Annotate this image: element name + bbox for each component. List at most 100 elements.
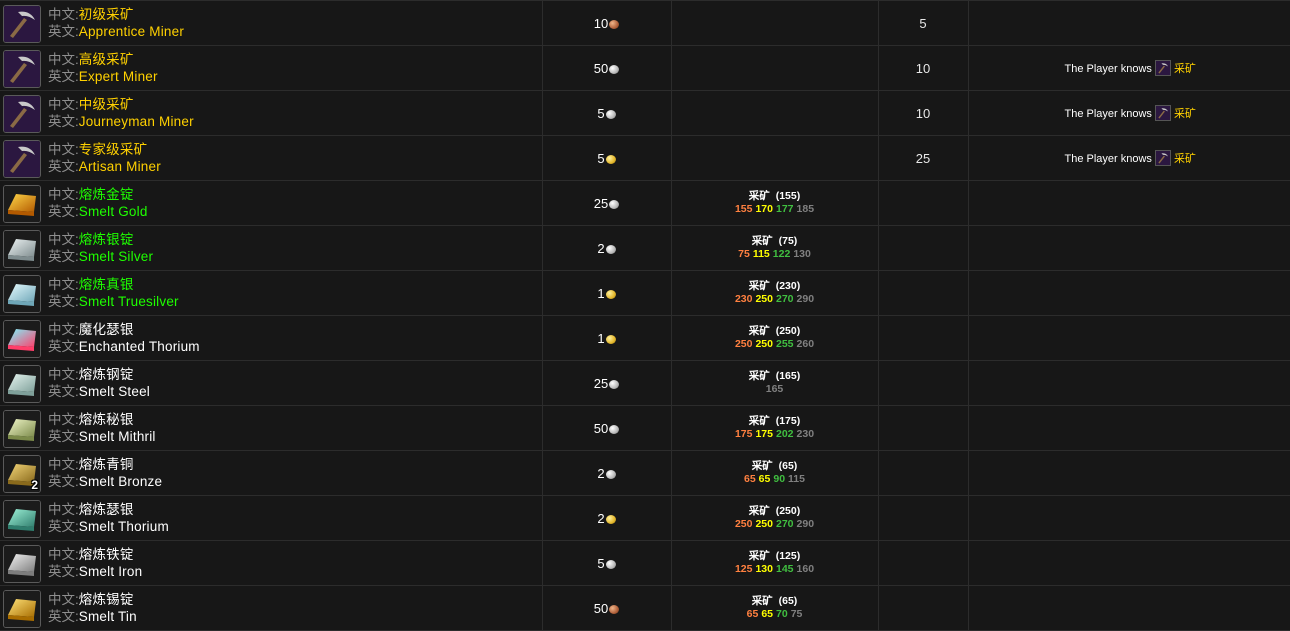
spell-name-cn[interactable]: 熔炼金锭 [79, 187, 134, 202]
table-row[interactable]: 中文:熔炼钢锭 英文:Smelt Steel 25 采矿 (165) 165 [0, 360, 1290, 406]
table-row[interactable]: 中文:中级采矿 英文:Journeyman Miner 5 10 The Player … [0, 90, 1290, 136]
thorium-bar-icon[interactable] [3, 500, 41, 538]
table-row[interactable]: 中文:魔化瑟银 英文:Enchanted Thorium 1 采矿 (250) 250 2… [0, 315, 1290, 361]
name-line-en: 英文:Smelt Silver [48, 248, 153, 265]
skill-level-orange: 75 [738, 248, 750, 260]
table-row[interactable]: 中文:熔炼金锭 英文:Smelt Gold 25 采矿 (155) 155 170 177 1… [0, 180, 1290, 226]
table-row[interactable]: 中文:熔炼铁锭 英文:Smelt Iron 5 采矿 (125) 125 130 145 16… [0, 540, 1290, 586]
gold-coin-icon [605, 154, 616, 164]
skill-name[interactable]: 采矿 [749, 505, 770, 517]
steel-bar-icon[interactable] [3, 365, 41, 403]
table-row[interactable]: 中文:熔炼银锭 英文:Smelt Silver 2 采矿 (75) 75 115 122 13… [0, 225, 1290, 271]
spell-name-cn[interactable]: 熔炼真银 [79, 277, 134, 292]
silver-bar-icon[interactable] [3, 230, 41, 268]
requirement-spell-link[interactable]: 采矿 [1174, 153, 1196, 165]
table-row[interactable]: 中文:初级采矿 英文:Apprentice Miner 10 5 [0, 0, 1290, 46]
pickaxe-icon[interactable] [1154, 105, 1171, 121]
truesilver-bar-icon[interactable] [3, 275, 41, 313]
spell-name-cn[interactable]: 中级采矿 [79, 97, 134, 112]
name-line-cn: 中文:熔炼真银 [48, 276, 179, 293]
spell-name-en[interactable]: Expert Miner [79, 69, 158, 84]
label-cn: 中文: [48, 277, 79, 292]
spell-name-cn[interactable]: 熔炼瑟银 [79, 502, 134, 517]
table-row[interactable]: 2 中文:熔炼青铜 英文:Smelt Bronze 2 采矿 (65) 65 65 90 115 [0, 450, 1290, 496]
pickaxe-icon[interactable] [1154, 60, 1171, 76]
cost-amount: 25 [593, 375, 609, 391]
table-row[interactable]: 中文:高级采矿 英文:Expert Miner 50 10 The Player kno… [0, 45, 1290, 91]
spell-name-cn[interactable]: 熔炼铁锭 [79, 547, 134, 562]
mithril-bar-icon[interactable] [3, 410, 41, 448]
skill-levels: 175 175 202 230 [672, 428, 878, 441]
skill-cell: 采矿 (75) 75 115 122 130 [671, 225, 879, 271]
spell-name-cell: 中文:熔炼锡锭 英文:Smelt Tin [0, 585, 543, 631]
spell-name-en[interactable]: Smelt Iron [79, 564, 143, 579]
spell-name-en[interactable]: Smelt Steel [79, 384, 150, 399]
level-cell [878, 540, 969, 586]
skill-name[interactable]: 采矿 [749, 370, 770, 382]
skill-name[interactable]: 采矿 [749, 190, 770, 202]
pickaxe-icon[interactable] [3, 5, 41, 43]
skill-requirement: (65) [778, 460, 798, 472]
spell-name-en[interactable]: Journeyman Miner [79, 114, 194, 129]
table-row[interactable]: 中文:熔炼秘银 英文:Smelt Mithril 50 采矿 (175) 175 175 2… [0, 405, 1290, 451]
skill-name[interactable]: 采矿 [749, 280, 770, 292]
spell-name-cn[interactable]: 专家级采矿 [79, 142, 148, 157]
table-row[interactable]: 中文:熔炼真银 英文:Smelt Truesilver 1 采矿 (230) 230 25… [0, 270, 1290, 316]
table-row[interactable]: 中文:专家级采矿 英文:Artisan Miner 5 25 The Player kn… [0, 135, 1290, 181]
spell-name-en[interactable]: Smelt Gold [79, 204, 148, 219]
spell-names: 中文:熔炼银锭 英文:Smelt Silver [48, 231, 153, 265]
spell-name-cn[interactable]: 熔炼银锭 [79, 232, 134, 247]
skill-name[interactable]: 采矿 [752, 460, 773, 472]
requirement-spell-link[interactable]: 采矿 [1174, 63, 1196, 75]
label-en: 英文: [48, 474, 79, 489]
spell-name-cell: 中文:熔炼秘银 英文:Smelt Mithril [0, 405, 543, 451]
pickaxe-icon[interactable] [3, 140, 41, 178]
requirement-cell: The Player knows 采矿 [968, 90, 1290, 136]
level-cell [878, 360, 969, 406]
spell-name-en[interactable]: Smelt Mithril [79, 429, 156, 444]
requirement-spell-link[interactable]: 采矿 [1174, 108, 1196, 120]
label-en: 英文: [48, 114, 79, 129]
spell-name-cn[interactable]: 熔炼锡锭 [79, 592, 134, 607]
spell-name-cn[interactable]: 熔炼秘银 [79, 412, 134, 427]
cost-cell: 25 [542, 360, 672, 406]
skill-line: 采矿 (230) [672, 280, 878, 293]
skill-name[interactable]: 采矿 [749, 550, 770, 562]
spell-name-cn[interactable]: 熔炼钢锭 [79, 367, 134, 382]
skill-levels: 75 115 122 130 [672, 248, 878, 261]
spell-name-cn[interactable]: 初级采矿 [79, 7, 134, 22]
skill-name[interactable]: 采矿 [752, 595, 773, 607]
skill-name[interactable]: 采矿 [749, 325, 770, 337]
label-cn: 中文: [48, 322, 79, 337]
table-row[interactable]: 中文:熔炼锡锭 英文:Smelt Tin 50 采矿 (65) 65 65 70 75 [0, 585, 1290, 631]
gold-bar-icon[interactable] [3, 185, 41, 223]
name-line-cn: 中文:熔炼青铜 [48, 456, 162, 473]
skill-name[interactable]: 采矿 [749, 415, 770, 427]
pickaxe-icon[interactable] [1154, 150, 1171, 166]
pickaxe-icon[interactable] [3, 95, 41, 133]
skill-level-orange: 175 [734, 428, 753, 440]
tin-bar-icon[interactable] [3, 590, 41, 628]
cost-amount: 2 [597, 510, 605, 526]
spell-name-cell: 中文:初级采矿 英文:Apprentice Miner [0, 0, 543, 46]
spell-name-cn[interactable]: 魔化瑟银 [79, 322, 134, 337]
spell-name-en[interactable]: Apprentice Miner [79, 24, 184, 39]
spell-name-en[interactable]: Artisan Miner [79, 159, 161, 174]
spell-name-cn[interactable]: 熔炼青铜 [79, 457, 134, 472]
spell-name-en[interactable]: Smelt Silver [79, 249, 153, 264]
spell-name-cn[interactable]: 高级采矿 [79, 52, 134, 67]
spell-name-en[interactable]: Smelt Truesilver [79, 294, 179, 309]
spell-names: 中文:熔炼真银 英文:Smelt Truesilver [48, 276, 179, 310]
spell-name-en[interactable]: Smelt Bronze [79, 474, 162, 489]
cost-cell: 50 [542, 585, 672, 631]
bronze-bar-icon[interactable]: 2 [3, 455, 41, 493]
pickaxe-icon[interactable] [3, 50, 41, 88]
skill-name[interactable]: 采矿 [752, 235, 773, 247]
table-row[interactable]: 中文:熔炼瑟银 英文:Smelt Thorium 2 采矿 (250) 250 250 27… [0, 495, 1290, 541]
iron-bar-icon[interactable] [3, 545, 41, 583]
spell-name-en[interactable]: Smelt Thorium [79, 519, 169, 534]
enchanted-thorium-bar-icon[interactable] [3, 320, 41, 358]
skill-line: 采矿 (175) [672, 415, 878, 428]
spell-name-en[interactable]: Smelt Tin [79, 609, 137, 624]
spell-name-en[interactable]: Enchanted Thorium [79, 339, 200, 354]
